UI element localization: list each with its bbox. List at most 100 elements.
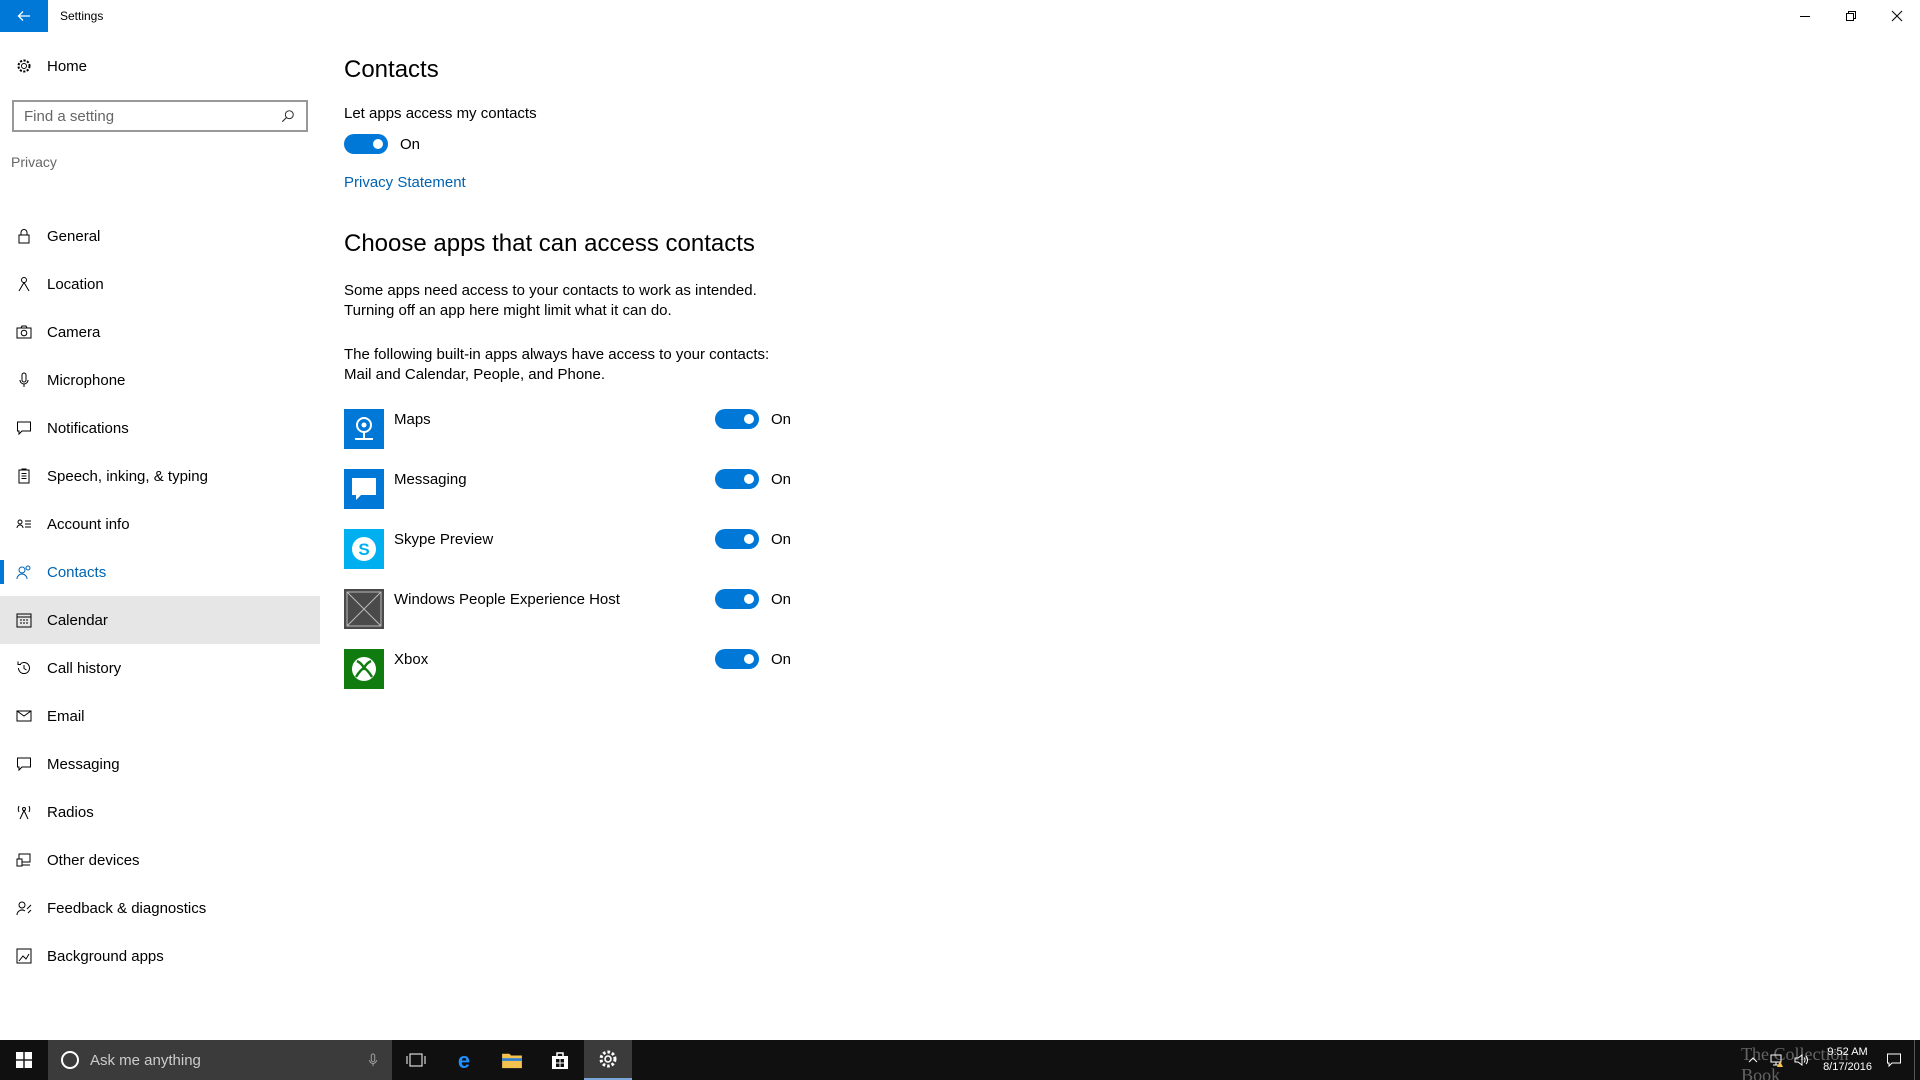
sidebar-item-radios[interactable]: Radios: [0, 788, 320, 836]
privacy-statement-link[interactable]: Privacy Statement: [344, 174, 466, 191]
watermark-text: The Collection Book: [1741, 1044, 1849, 1080]
sidebar-item-contacts[interactable]: Contacts: [0, 548, 320, 596]
notifications-icon: [1887, 1053, 1901, 1068]
builtin-line-1: The following built-in apps always have …: [344, 346, 770, 363]
placeholder-app-icon: [344, 589, 384, 629]
windows-people-experience-host-toggle[interactable]: On: [715, 589, 791, 609]
task-view-button[interactable]: [392, 1040, 440, 1080]
page-title: Contacts: [344, 56, 439, 83]
back-button[interactable]: [0, 0, 48, 32]
sidebar-item-location[interactable]: Location: [0, 260, 320, 308]
sidebar-item-speech-inking-typing[interactable]: Speech, inking, & typing: [0, 452, 320, 500]
messaging-toggle[interactable]: On: [715, 469, 791, 489]
toggle-state-label: On: [771, 410, 792, 428]
sidebar-item-label: Email: [47, 707, 85, 725]
app-name: Xbox: [394, 651, 429, 668]
title-bar: Settings: [0, 0, 1920, 32]
sidebar-item-label: Background apps: [47, 947, 164, 965]
store-button[interactable]: [536, 1040, 584, 1080]
history-icon: [15, 659, 33, 677]
section-title: Choose apps that can access contacts: [344, 230, 755, 257]
sidebar: Home Privacy General Location Camera Mic…: [0, 32, 320, 1040]
task-view-icon: [406, 1053, 426, 1067]
toggle-state-label: On: [771, 530, 792, 548]
maps-toggle[interactable]: On: [715, 409, 791, 429]
sidebar-item-other-devices[interactable]: Other devices: [0, 836, 320, 884]
find-setting-input[interactable]: [24, 107, 280, 125]
microphone-icon: [15, 371, 33, 389]
intro-paragraph: Some apps need access to your contacts t…: [344, 281, 757, 321]
app-name: Maps: [394, 411, 431, 428]
mail-icon: [15, 707, 33, 725]
sidebar-item-label: Speech, inking, & typing: [47, 467, 208, 485]
toggle-switch[interactable]: [715, 469, 759, 489]
edge-icon: e: [458, 1048, 470, 1072]
windows-logo-icon: [16, 1052, 32, 1068]
sidebar-item-background-apps[interactable]: Background apps: [0, 932, 320, 980]
cortana-search-box[interactable]: Ask me anything: [48, 1040, 392, 1080]
sidebar-item-feedback-diagnostics[interactable]: Feedback & diagnostics: [0, 884, 320, 932]
close-icon: [1891, 10, 1903, 22]
sidebar-item-messaging[interactable]: Messaging: [0, 740, 320, 788]
sidebar-item-label: General: [47, 227, 101, 245]
devices-icon: [15, 851, 33, 869]
sidebar-item-notifications[interactable]: Notifications: [0, 404, 320, 452]
skype-preview-toggle[interactable]: On: [715, 529, 791, 549]
sidebar-item-label: Feedback & diagnostics: [47, 899, 207, 917]
intro-line-1: Some apps need access to your contacts t…: [344, 282, 757, 299]
toggle-switch[interactable]: [715, 589, 759, 609]
sidebar-item-call-history[interactable]: Call history: [0, 644, 320, 692]
messaging-icon: [344, 469, 384, 509]
action-center-button[interactable]: [1882, 1040, 1906, 1080]
calendar-icon: [15, 611, 33, 629]
sidebar-item-camera[interactable]: Camera: [0, 308, 320, 356]
lock-icon: [15, 227, 33, 245]
close-button[interactable]: [1874, 0, 1920, 32]
builtin-apps-paragraph: The following built-in apps always have …: [344, 345, 769, 385]
notifications-icon: [15, 419, 33, 437]
background-apps-icon: [15, 947, 33, 965]
settings-taskbar-button[interactable]: [584, 1040, 632, 1080]
sidebar-item-account-info[interactable]: Account info: [0, 500, 320, 548]
toggle-switch[interactable]: [715, 529, 759, 549]
sidebar-item-label: Notifications: [47, 419, 129, 437]
sidebar-item-microphone[interactable]: Microphone: [0, 356, 320, 404]
gear-icon: [15, 57, 33, 75]
search-box: [12, 100, 308, 132]
microphone-icon[interactable]: [366, 1053, 380, 1067]
search-icon[interactable]: [280, 108, 296, 124]
restore-button[interactable]: [1828, 0, 1874, 32]
sidebar-item-calendar[interactable]: Calendar: [0, 596, 320, 644]
location-icon: [15, 275, 33, 293]
app-row-maps: Maps On: [344, 409, 804, 449]
window-title: Settings: [60, 9, 104, 23]
sidebar-item-label: Call history: [47, 659, 122, 677]
show-desktop-button[interactable]: [1914, 1040, 1920, 1080]
home-label: Home: [47, 57, 88, 75]
minimize-button[interactable]: [1782, 0, 1828, 32]
contacts-access-toggle[interactable]: On: [344, 134, 420, 154]
app-row-skype-preview: S Skype Preview On: [344, 529, 804, 569]
main-content: Contacts Let apps access my contacts On …: [344, 32, 1844, 1032]
file-explorer-button[interactable]: [488, 1040, 536, 1080]
sidebar-item-general[interactable]: General: [0, 212, 320, 260]
start-button[interactable]: [0, 1040, 48, 1080]
sidebar-item-label: Location: [47, 275, 104, 293]
toggle-switch[interactable]: [715, 409, 759, 429]
xbox-icon: [344, 649, 384, 689]
sidebar-item-label: Calendar: [47, 611, 108, 629]
home-nav-item[interactable]: Home: [0, 52, 320, 80]
message-icon: [15, 755, 33, 773]
toggle-state-label: On: [771, 590, 792, 608]
taskbar: Ask me anything e The Collection Book 9:…: [0, 1040, 1920, 1080]
cortana-search-label: Ask me anything: [90, 1051, 201, 1069]
toggle-switch[interactable]: [715, 649, 759, 669]
feedback-icon: [15, 899, 33, 917]
system-tray: The Collection Book 9:52 AM 8/17/2016: [1741, 1040, 1920, 1080]
camera-icon: [15, 323, 33, 341]
xbox-toggle[interactable]: On: [715, 649, 791, 669]
toggle-switch[interactable]: [344, 134, 388, 154]
edge-button[interactable]: e: [440, 1040, 488, 1080]
sidebar-item-email[interactable]: Email: [0, 692, 320, 740]
intro-line-2: Turning off an app here might limit what…: [344, 302, 672, 319]
